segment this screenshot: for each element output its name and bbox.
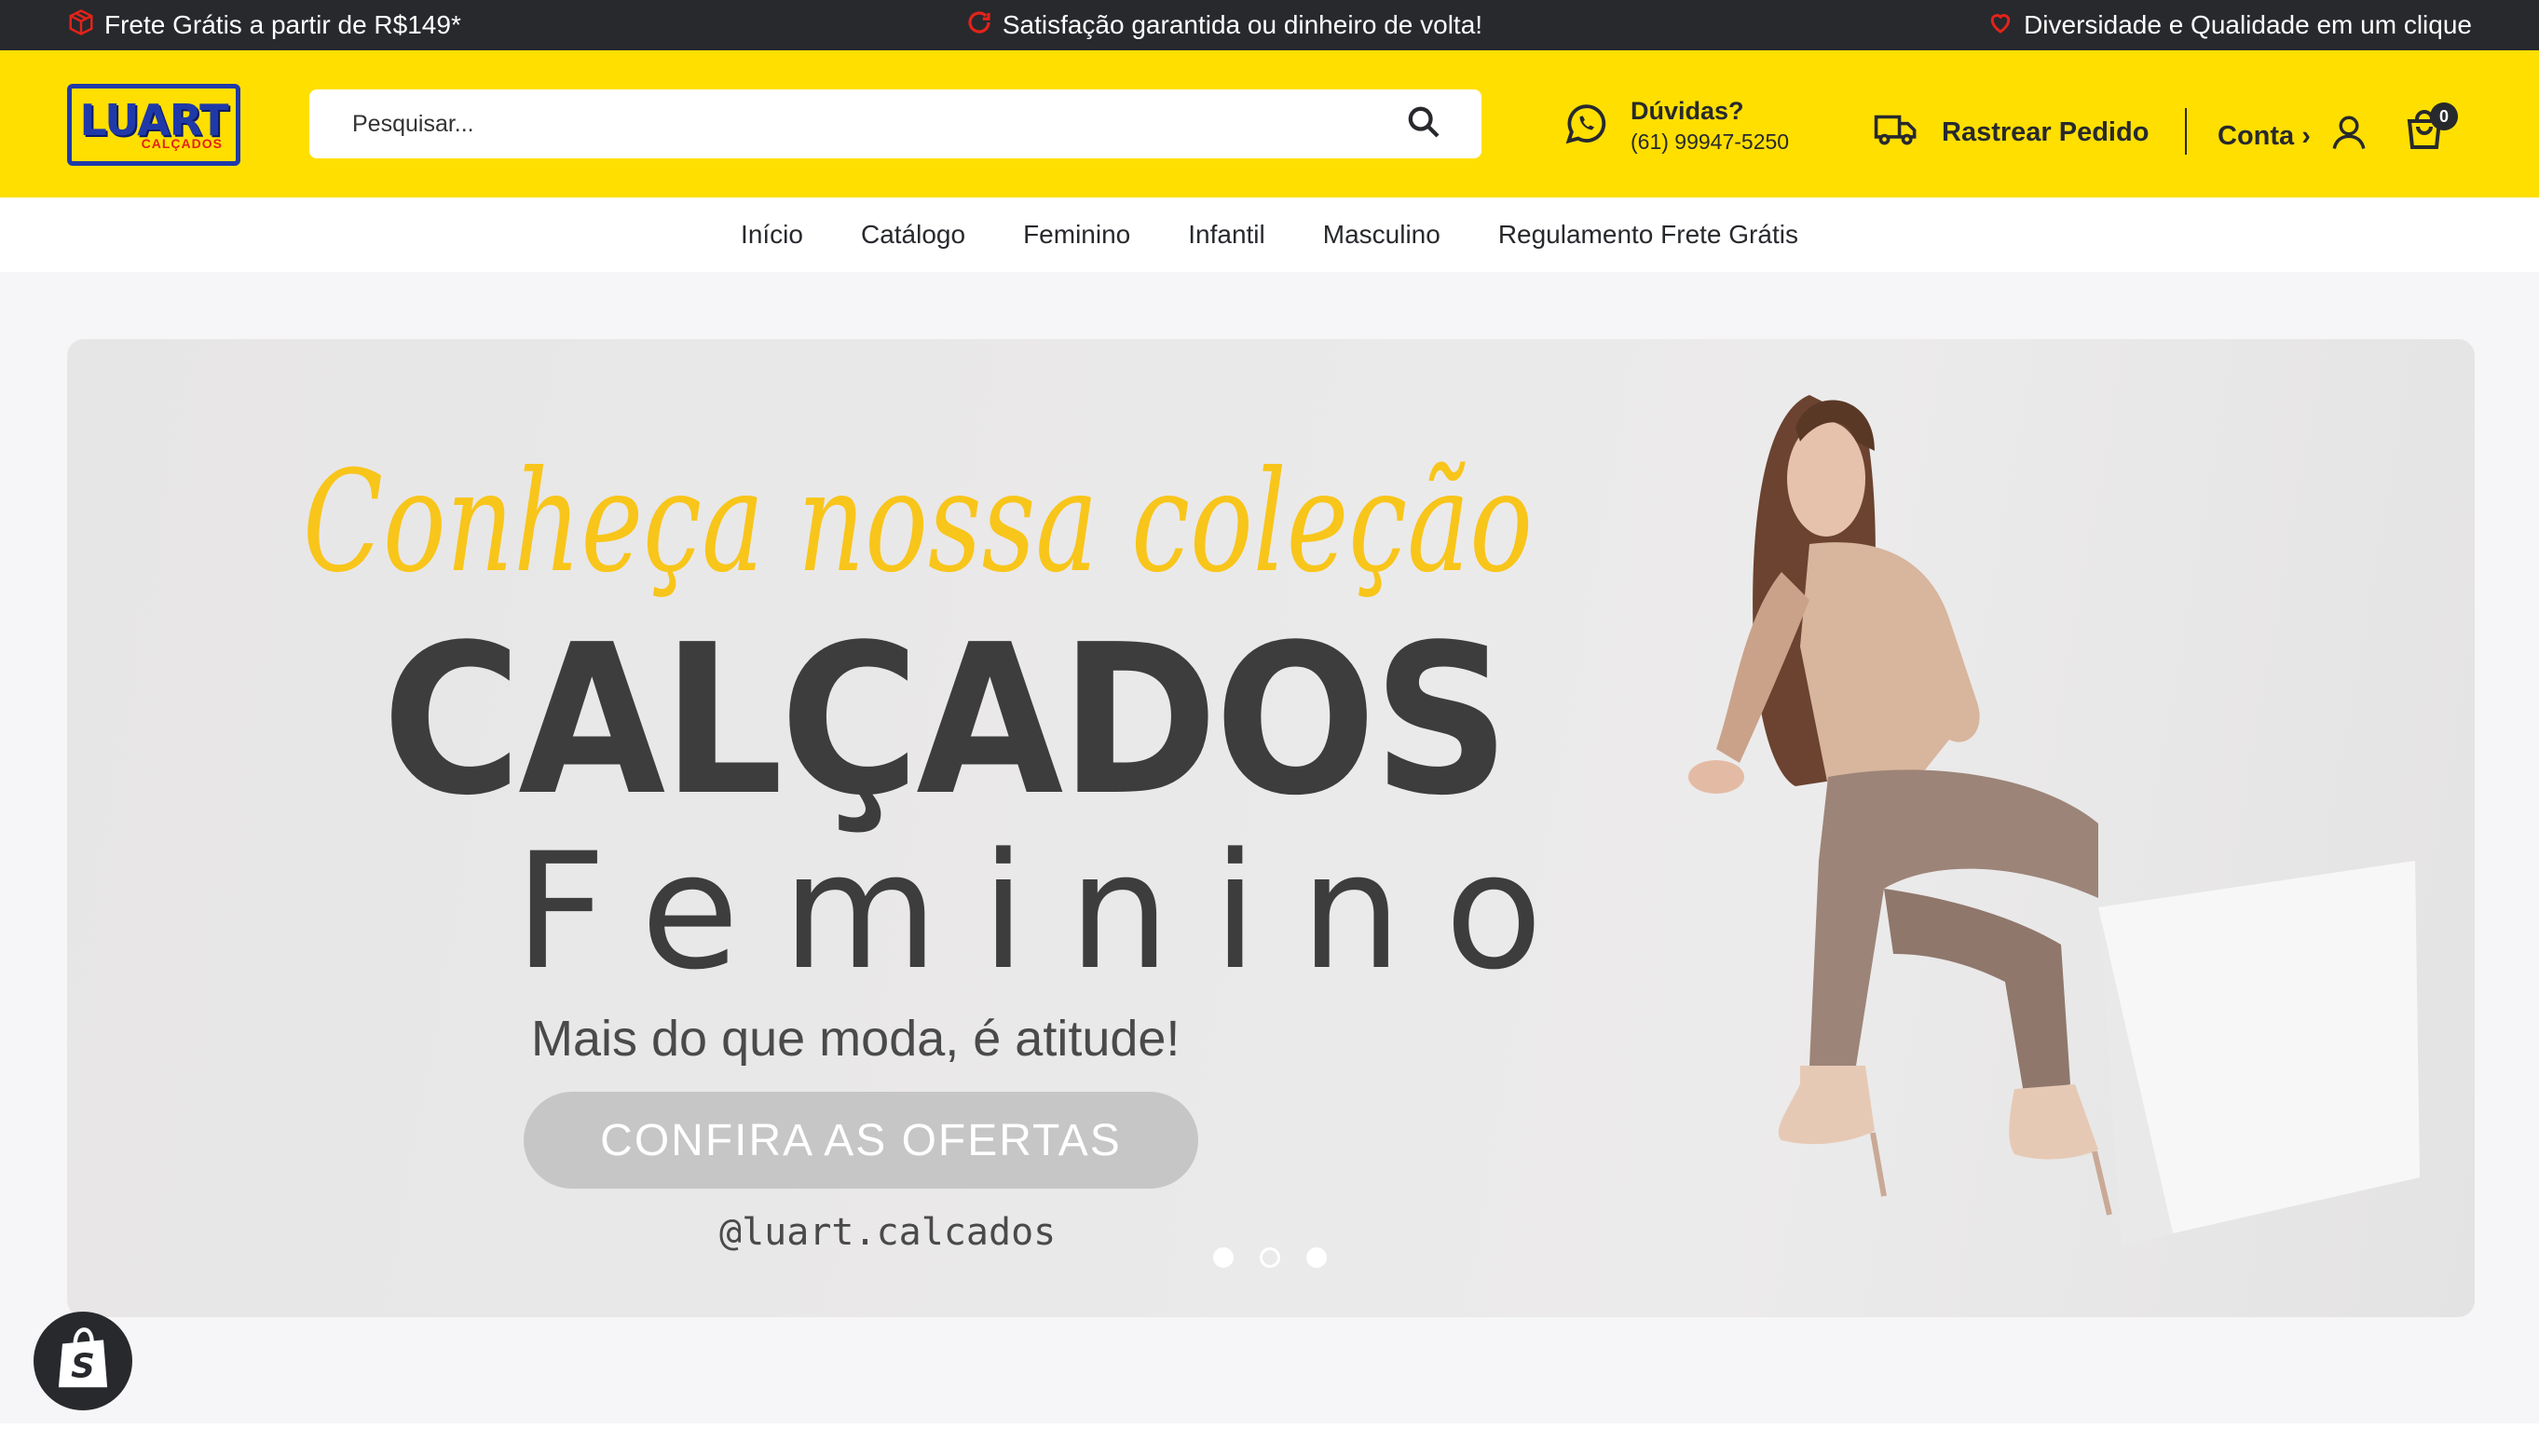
shop-offers-button[interactable]: CONFIRA AS OFERTAS: [524, 1092, 1198, 1189]
cart-count-badge: 0: [2430, 102, 2458, 130]
main-nav: Início Catálogo Feminino Infantil Mascul…: [0, 197, 2539, 272]
nav-item-infantil[interactable]: Infantil: [1188, 220, 1265, 250]
carousel-dot-3[interactable]: [1306, 1247, 1327, 1268]
hero-script-text: Conheça nossa coleção: [303, 442, 1533, 604]
shopify-badge-button[interactable]: S: [34, 1312, 132, 1410]
site-logo[interactable]: LUART CALÇADOS: [67, 84, 240, 166]
track-order-label: Rastrear Pedido: [1942, 116, 2150, 147]
header-divider: [2185, 108, 2187, 155]
announcement-quality: Diversidade e Qualidade em um clique: [1986, 8, 2472, 43]
announcement-satisfaction: Satisfação garantida ou dinheiro de volt…: [965, 8, 1482, 43]
search-button[interactable]: [1403, 103, 1444, 144]
whatsapp-icon: [1562, 100, 1610, 153]
carousel-dots: [1213, 1247, 1327, 1268]
heart-icon: [1986, 8, 2014, 43]
hero-banner[interactable]: Conheça nossa coleção CALÇADOS Feminino …: [67, 339, 2475, 1317]
cart-button[interactable]: 0: [2402, 102, 2458, 160]
shopify-bag-icon: S: [52, 1326, 114, 1397]
nav-item-feminino[interactable]: Feminino: [1023, 220, 1130, 250]
announcement-text: Diversidade e Qualidade em um clique: [2024, 10, 2472, 39]
carousel-dot-2[interactable]: [1260, 1247, 1280, 1268]
hero-tagline: Mais do que moda, é atitude!: [531, 1011, 1181, 1067]
hero-model-image: [1577, 339, 2475, 1317]
hero-section: Conheça nossa coleção CALÇADOS Feminino …: [0, 272, 2539, 1423]
hero-subheadline: Feminino: [514, 818, 1586, 1005]
search-icon: [1405, 103, 1442, 145]
account-link[interactable]: Conta ›: [2218, 112, 2368, 160]
truck-icon: [1873, 108, 1919, 156]
nav-item-masculino[interactable]: Masculino: [1323, 220, 1440, 250]
announcement-free-shipping: Frete Grátis a partir de R$149*: [67, 8, 461, 43]
user-icon: [2329, 112, 2368, 160]
logo-subtitle: CALÇADOS: [141, 136, 223, 151]
nav-item-catalogo[interactable]: Catálogo: [861, 220, 965, 250]
search-input[interactable]: [352, 110, 1403, 138]
logo-brand: LUART: [79, 95, 229, 145]
help-contact[interactable]: Dúvidas? (61) 99947-5250: [1562, 97, 1789, 155]
account-label: Conta ›: [2218, 120, 2311, 151]
instagram-handle: @luart.calcados: [719, 1211, 1057, 1254]
box-icon: [67, 8, 95, 43]
site-header: LUART CALÇADOS Dúvidas? (61) 99947-5250 …: [0, 50, 2539, 197]
shopping-bag-icon: [2402, 110, 2447, 156]
svg-text:S: S: [71, 1347, 95, 1385]
nav-item-regulamento-frete-gratis[interactable]: Regulamento Frete Grátis: [1498, 220, 1798, 250]
announcement-text: Frete Grátis a partir de R$149*: [104, 10, 461, 39]
hero-headline: CALÇADOS: [382, 601, 1510, 841]
track-order-link[interactable]: Rastrear Pedido: [1873, 108, 2149, 156]
refresh-icon: [965, 8, 993, 43]
announcement-bar: Frete Grátis a partir de R$149* Satisfaç…: [0, 0, 2539, 50]
help-phone: (61) 99947-5250: [1631, 129, 1790, 154]
announcement-text: Satisfação garantida ou dinheiro de volt…: [1002, 10, 1483, 39]
search-bar: [309, 89, 1481, 158]
carousel-dot-1[interactable]: [1213, 1247, 1234, 1268]
help-title: Dúvidas?: [1631, 97, 1744, 125]
nav-item-inicio[interactable]: Início: [741, 220, 803, 250]
